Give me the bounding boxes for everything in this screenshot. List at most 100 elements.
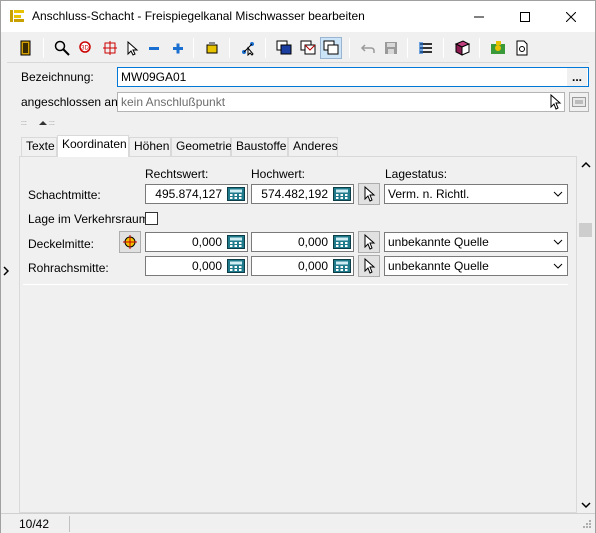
record-counter: 10/42 — [19, 517, 50, 531]
calculator-icon[interactable] — [333, 259, 351, 273]
status-divider — [69, 516, 70, 532]
scroll-thumb[interactable] — [579, 223, 592, 237]
schachtmitte-rechtswert-value: 495.874,127 — [155, 187, 222, 201]
angeschlossen-input[interactable]: kein Anschlußpunkt — [117, 92, 565, 112]
tab-geometrie[interactable]: Geometrie — [171, 137, 232, 156]
zoom-area-icon[interactable]: 3D — [75, 37, 97, 59]
bezeichnung-input[interactable]: MW09GA01 ... — [117, 67, 589, 87]
pointer-icon[interactable] — [548, 93, 562, 111]
koordinaten-panel — [19, 156, 577, 513]
window-title: Anschluss-Schacht - Freispiegelkanal Mis… — [32, 9, 365, 23]
calculator-icon[interactable] — [333, 187, 351, 201]
zoom-icon[interactable] — [51, 37, 73, 59]
close-button[interactable] — [548, 1, 594, 32]
toolbar-separator — [349, 38, 350, 58]
rechtswert-header: Rechtswert: — [145, 167, 209, 181]
calculator-icon[interactable] — [227, 259, 245, 273]
schachtmitte-hochwert-value: 574.482,192 — [261, 187, 328, 201]
undo-icon[interactable] — [357, 37, 379, 59]
calculator-icon[interactable] — [333, 235, 351, 249]
pointer-icon[interactable] — [121, 37, 143, 59]
exit-icon[interactable] — [15, 37, 37, 59]
svg-text::::: ::: — [49, 120, 55, 127]
toolbar-separator — [265, 38, 266, 58]
schachtmitte-rechtswert-input[interactable]: 495.874,127 — [145, 184, 248, 204]
scroll-down-icon[interactable] — [577, 496, 594, 513]
expand-left-icon[interactable] — [3, 266, 10, 279]
schachtmitte-status-select[interactable]: Verm. n. Richtl. — [384, 184, 568, 204]
deckelmitte-status-value: unbekannte Quelle — [388, 235, 489, 249]
rohrachsmitte-hochwert-input[interactable]: 0,000 — [251, 256, 354, 276]
lagestatus-header: Lagestatus: — [385, 167, 448, 181]
deckelmitte-pick-button[interactable] — [358, 231, 380, 253]
document-icon[interactable] — [511, 37, 533, 59]
rohrachsmitte-pick-button[interactable] — [358, 255, 380, 277]
save-icon[interactable] — [380, 37, 402, 59]
toolbar-separator — [193, 38, 194, 58]
crosshair-icon[interactable] — [99, 37, 121, 59]
dialog-window: Anschluss-Schacht - Freispiegelkanal Mis… — [0, 0, 596, 533]
deckelmitte-status-select[interactable]: unbekannte Quelle — [384, 232, 568, 252]
list-icon[interactable] — [415, 37, 437, 59]
deckelmitte-rechtswert-value: 0,000 — [191, 235, 222, 249]
picker-button[interactable] — [569, 92, 589, 112]
deckelmitte-rechtswert-input[interactable]: 0,000 — [145, 232, 248, 252]
tab-koordinaten[interactable]: Koordinaten — [57, 135, 129, 157]
tab-texte[interactable]: Texte — [21, 137, 57, 156]
zoom-in-icon[interactable] — [167, 37, 189, 59]
tab-baustoffe[interactable]: Baustoffe — [231, 137, 288, 156]
zoom-out-icon[interactable] — [143, 37, 165, 59]
deckelmitte-hochwert-value: 0,000 — [297, 235, 328, 249]
toolbar-separator — [443, 38, 444, 58]
window-mail-icon[interactable] — [297, 37, 319, 59]
calculator-icon[interactable] — [227, 235, 245, 249]
rohrachsmitte-status-select[interactable]: unbekannte Quelle — [384, 256, 568, 276]
bezeichnung-label: Bezeichnung: — [21, 70, 94, 84]
resize-grip-icon[interactable] — [582, 519, 592, 531]
scroll-up-icon[interactable] — [577, 156, 594, 173]
toolbar-separator — [43, 38, 44, 58]
rohrachsmitte-status-value: unbekannte Quelle — [388, 259, 489, 273]
lage-verkehrsraum-label: Lage im Verkehrsraum — [28, 212, 149, 226]
lage-verkehrsraum-checkbox[interactable] — [145, 212, 158, 225]
deckelmitte-locate-button[interactable] — [119, 231, 141, 253]
window-front-icon[interactable] — [273, 37, 295, 59]
minimize-button[interactable] — [456, 1, 502, 32]
chevron-down-icon — [553, 257, 563, 275]
toolbar: 3D — [7, 33, 589, 63]
angeschlossen-label: angeschlossen an: — [21, 95, 122, 109]
rohrachsmitte-label: Rohrachsmitte: — [28, 261, 109, 275]
schachtmitte-hochwert-input[interactable]: 574.482,192 — [251, 184, 354, 204]
splitter-handle[interactable]: :::::: — [21, 118, 587, 128]
toolbar-separator — [479, 38, 480, 58]
title-bar: Anschluss-Schacht - Freispiegelkanal Mis… — [1, 1, 595, 32]
window-copy-icon[interactable] — [320, 37, 342, 59]
calculator-icon[interactable] — [227, 187, 245, 201]
bezeichnung-value: MW09GA01 — [121, 70, 187, 84]
toolbar-separator — [229, 38, 230, 58]
chevron-down-icon — [553, 185, 563, 203]
rohrachsmitte-rechtswert-input[interactable]: 0,000 — [145, 256, 248, 276]
hochwert-header: Hochwert: — [251, 167, 306, 181]
map-icon[interactable] — [487, 37, 509, 59]
pick-icon[interactable] — [237, 37, 259, 59]
chevron-down-icon — [553, 233, 563, 251]
vertical-scrollbar[interactable] — [577, 156, 594, 513]
light-icon[interactable] — [201, 37, 223, 59]
app-icon — [9, 8, 25, 24]
tab-anderes[interactable]: Anderes — [288, 137, 338, 156]
tab-hoehen[interactable]: Höhen — [129, 137, 171, 156]
more-button[interactable]: ... — [567, 68, 587, 86]
angeschlossen-value: kein Anschlußpunkt — [121, 95, 226, 109]
section-divider — [23, 284, 568, 285]
rohrachsmitte-rechtswert-value: 0,000 — [191, 259, 222, 273]
svg-text:3D: 3D — [81, 46, 89, 52]
schachtmitte-pick-button[interactable] — [358, 183, 380, 205]
deckelmitte-hochwert-input[interactable]: 0,000 — [251, 232, 354, 252]
header-fields: Bezeichnung: MW09GA01 ... angeschlossen … — [15, 64, 591, 114]
svg-text::::: ::: — [21, 120, 27, 127]
book-icon[interactable] — [451, 37, 473, 59]
toolbar-separator — [407, 38, 408, 58]
rohrachsmitte-hochwert-value: 0,000 — [297, 259, 328, 273]
maximize-button[interactable] — [502, 1, 548, 32]
